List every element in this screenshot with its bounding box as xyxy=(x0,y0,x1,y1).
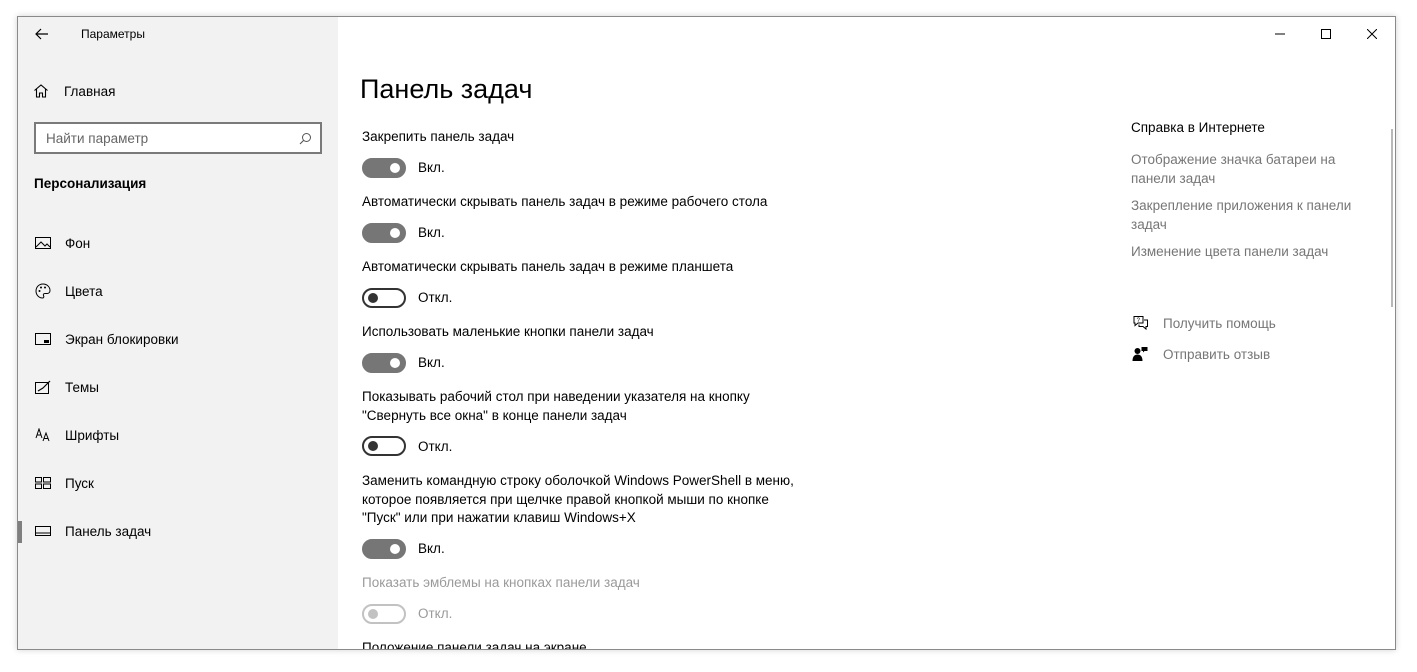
help-title: Справка в Интернете xyxy=(1131,120,1265,135)
setting-label: Заменить командную строку оболочкой Wind… xyxy=(362,473,794,525)
toggle-switch[interactable] xyxy=(362,538,406,559)
chat-help-icon: ? xyxy=(1131,314,1149,332)
get-help-link[interactable]: ? Получить помощь xyxy=(1131,313,1276,333)
toggle-switch[interactable] xyxy=(362,157,406,178)
settings-window: Параметры Главная Персонализация xyxy=(17,16,1396,650)
toggle-state: Вкл. xyxy=(418,160,445,175)
help-section: Справка в Интернете Отображение значка б… xyxy=(1131,120,1381,271)
toggle-knob xyxy=(390,357,400,368)
home-icon xyxy=(32,82,50,100)
back-button[interactable] xyxy=(30,24,54,44)
toggle-state: Вкл. xyxy=(418,541,445,556)
maximize-icon xyxy=(1321,29,1331,39)
sidebar-item-background[interactable]: Фон xyxy=(18,219,338,267)
search-box[interactable] xyxy=(34,122,322,154)
setting-badges: Показать эмблемы на кнопках панели задач… xyxy=(362,574,802,624)
setting-peek-desktop: Показывать рабочий стол при наведении ук… xyxy=(362,388,802,456)
toggle-knob xyxy=(368,608,378,619)
home-label: Главная xyxy=(64,83,116,99)
navigation-pane: Параметры Главная Персонализация xyxy=(18,17,338,649)
toggle-switch[interactable] xyxy=(362,436,406,456)
toggle-state: Вкл. xyxy=(418,225,445,240)
help-link[interactable]: Отображение значка батареи на панели зад… xyxy=(1131,151,1381,188)
search-input[interactable] xyxy=(46,130,298,146)
setting-label: Использовать маленькие кнопки панели зад… xyxy=(362,324,654,339)
sidebar-item-lock-screen[interactable]: Экран блокировки xyxy=(18,315,338,363)
sidebar-item-label: Панель задач xyxy=(65,523,152,539)
close-icon xyxy=(1367,29,1377,39)
app-title: Параметры xyxy=(81,27,145,41)
setting-powershell: Заменить командную строку оболочкой Wind… xyxy=(362,472,802,559)
setting-label: Показывать рабочий стол при наведении ук… xyxy=(362,389,750,423)
toggle-knob xyxy=(390,162,400,173)
setting-lock-taskbar: Закрепить панель задач Вкл. xyxy=(362,128,802,178)
window-controls xyxy=(1257,17,1395,51)
maximize-button[interactable] xyxy=(1303,17,1349,51)
toggle-state: Откл. xyxy=(418,606,453,621)
page-title: Панель задач xyxy=(360,74,533,104)
sidebar-item-fonts[interactable]: Шрифты xyxy=(18,411,338,459)
sidebar-item-label: Фон xyxy=(65,235,91,251)
setting-label: Показать эмблемы на кнопках панели задач xyxy=(362,575,640,590)
sidebar-item-label: Экран блокировки xyxy=(65,331,179,347)
brush-icon xyxy=(34,378,52,396)
sidebar-item-label: Пуск xyxy=(65,475,94,491)
sidebar-item-label: Шрифты xyxy=(65,427,120,443)
start-icon xyxy=(34,474,52,492)
help-links: Отображение значка батареи на панели зад… xyxy=(1131,151,1381,262)
setting-autohide-tablet: Автоматически скрывать панель задач в ре… xyxy=(362,258,802,308)
toggle-switch[interactable] xyxy=(362,352,406,373)
content-pane: Панель задач Закрепить панель задач Вкл.… xyxy=(338,17,1395,649)
sidebar-item-label: Темы xyxy=(65,379,99,395)
toggle-switch xyxy=(362,603,406,624)
feedback-icon xyxy=(1131,345,1149,363)
search-icon[interactable] xyxy=(298,131,312,145)
support-section: ? Получить помощь Отправить отзыв xyxy=(1131,313,1276,375)
toggle-switch[interactable] xyxy=(362,287,406,308)
toggle-knob xyxy=(390,543,400,554)
toggle-knob xyxy=(390,227,400,238)
sidebar-item-themes[interactable]: Темы xyxy=(18,363,338,411)
taskbar-icon xyxy=(34,522,52,540)
toggle-knob xyxy=(368,441,378,451)
lock-screen-icon xyxy=(34,330,52,348)
minimize-icon xyxy=(1275,33,1285,35)
sidebar-item-start[interactable]: Пуск xyxy=(18,459,338,507)
setting-autohide-desktop: Автоматически скрывать панель задач в ре… xyxy=(362,193,802,243)
setting-label: Закрепить панель задач xyxy=(362,129,515,144)
setting-small-buttons: Использовать маленькие кнопки панели зад… xyxy=(362,323,802,373)
back-arrow-icon xyxy=(35,28,48,40)
help-link[interactable]: Закрепление приложения к панели задач xyxy=(1131,197,1381,234)
get-help-label: Получить помощь xyxy=(1163,315,1276,331)
setting-label: Автоматически скрывать панель задач в ре… xyxy=(362,259,734,274)
toggle-state: Откл. xyxy=(418,290,453,305)
home-nav-item[interactable]: Главная xyxy=(32,79,115,103)
help-link[interactable]: Изменение цвета панели задач xyxy=(1131,243,1381,262)
scrollbar[interactable] xyxy=(1391,129,1393,307)
sidebar-item-colors[interactable]: Цвета xyxy=(18,267,338,315)
feedback-label: Отправить отзыв xyxy=(1163,346,1271,362)
sidebar-item-label: Цвета xyxy=(65,283,103,299)
picture-icon xyxy=(34,234,52,252)
minimize-button[interactable] xyxy=(1257,17,1303,51)
toggle-knob xyxy=(368,292,378,303)
toggle-switch[interactable] xyxy=(362,222,406,243)
palette-icon xyxy=(34,282,52,300)
font-icon xyxy=(34,426,52,444)
section-heading: Персонализация xyxy=(34,176,147,191)
toggle-state: Откл. xyxy=(418,438,453,454)
title-bar: Параметры xyxy=(18,17,338,51)
toggle-state: Вкл. xyxy=(418,355,445,370)
sidebar-item-taskbar[interactable]: Панель задач xyxy=(18,507,338,555)
setting-label: Автоматически скрывать панель задач в ре… xyxy=(362,194,768,209)
taskbar-location-heading: Положение панели задач на экране xyxy=(362,640,587,650)
feedback-link[interactable]: Отправить отзыв xyxy=(1131,344,1276,364)
close-button[interactable] xyxy=(1349,17,1395,51)
nav-list: Фон Цвета Экран блокировки Темы Шрифты П… xyxy=(18,219,338,555)
